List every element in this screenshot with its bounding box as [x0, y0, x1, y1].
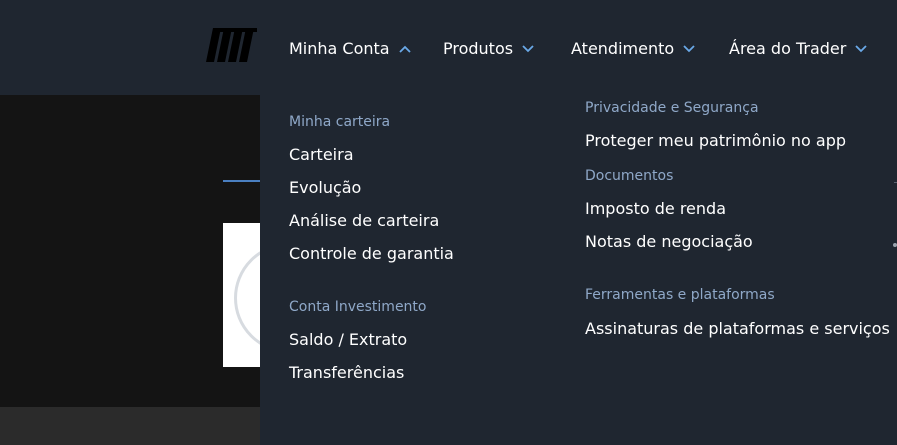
nav-label: Produtos [443, 39, 514, 58]
link-notas-de-negociacao[interactable]: Notas de negociação [585, 231, 753, 253]
page-background [0, 95, 260, 407]
chevron-down-icon [683, 45, 695, 53]
section-title-privacidade-e-seguranca: Privacidade e Segurança [585, 100, 759, 116]
link-analise-de-carteira[interactable]: Análise de carteira [289, 210, 439, 232]
nav-label: Minha Conta [289, 39, 390, 58]
top-navigation-bar: Minha Conta Produtos Atendimento Área do… [0, 0, 897, 95]
section-title-conta-investimento: Conta Investimento [289, 299, 427, 315]
chevron-down-icon [855, 45, 867, 53]
nav-label: Atendimento [571, 39, 675, 58]
link-controle-de-garantia[interactable]: Controle de garantia [289, 243, 454, 265]
background-card [223, 223, 260, 367]
section-title-minha-carteira: Minha carteira [289, 114, 391, 130]
link-transferencias[interactable]: Transferências [289, 362, 404, 384]
link-saldo-extrato[interactable]: Saldo / Extrato [289, 329, 407, 351]
chevron-up-icon [398, 45, 411, 53]
brand-logo-icon[interactable] [205, 27, 259, 63]
nav-minha-conta[interactable]: Minha Conta [289, 38, 411, 60]
link-evolucao[interactable]: Evolução [289, 177, 361, 199]
link-proteger-meu-patrimonio[interactable]: Proteger meu patrimônio no app [585, 130, 846, 152]
background-chart-ring [234, 243, 260, 353]
nav-area-do-trader[interactable]: Área do Trader [729, 38, 867, 60]
nav-produtos[interactable]: Produtos [443, 38, 534, 60]
link-carteira[interactable]: Carteira [289, 144, 354, 166]
nav-label: Área do Trader [729, 39, 847, 58]
chevron-down-icon [522, 45, 534, 53]
section-title-ferramentas-e-plataformas: Ferramentas e plataformas [585, 287, 775, 303]
active-tab-indicator [223, 180, 260, 182]
nav-atendimento[interactable]: Atendimento [571, 38, 695, 60]
section-title-documentos: Documentos [585, 168, 674, 184]
link-assinaturas-de-plataformas[interactable]: Assinaturas de plataformas e serviços [585, 318, 890, 340]
minha-conta-dropdown-menu: Minha carteira Carteira Evolução Análise… [260, 95, 897, 445]
scroll-marker [893, 243, 897, 247]
page-footer-strip [0, 407, 260, 445]
link-imposto-de-renda[interactable]: Imposto de renda [585, 198, 726, 220]
